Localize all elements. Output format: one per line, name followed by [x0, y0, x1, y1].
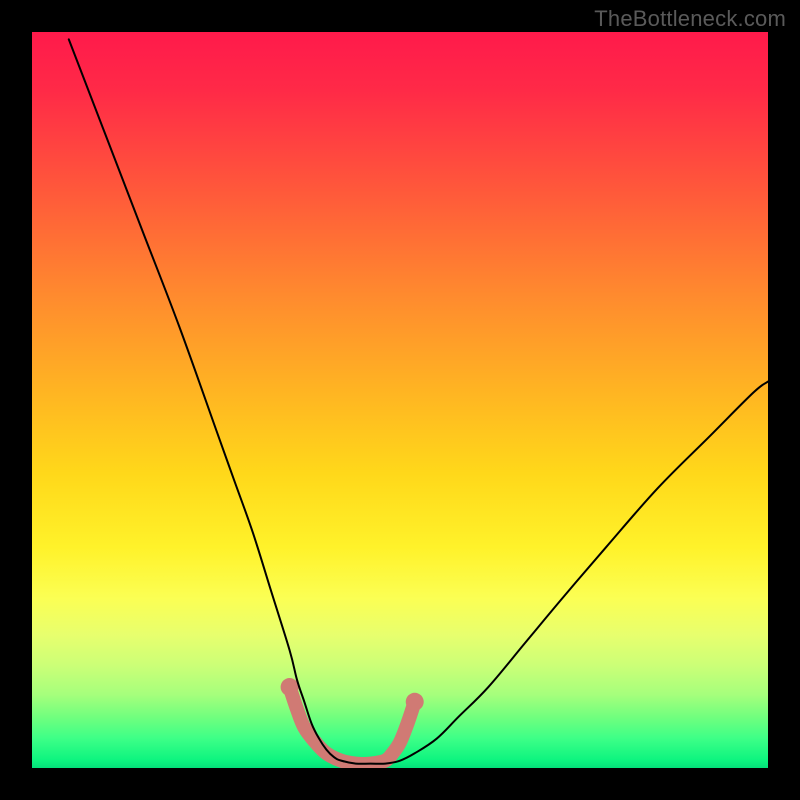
trough-band: [290, 687, 415, 764]
trough-endpoint: [406, 693, 424, 711]
chart-svg: [32, 32, 768, 768]
chart-frame: TheBottleneck.com: [0, 0, 800, 800]
plot-area: [32, 32, 768, 768]
bottleneck-curve: [69, 39, 768, 763]
watermark-text: TheBottleneck.com: [594, 6, 786, 32]
trough-endpoint: [281, 678, 299, 696]
